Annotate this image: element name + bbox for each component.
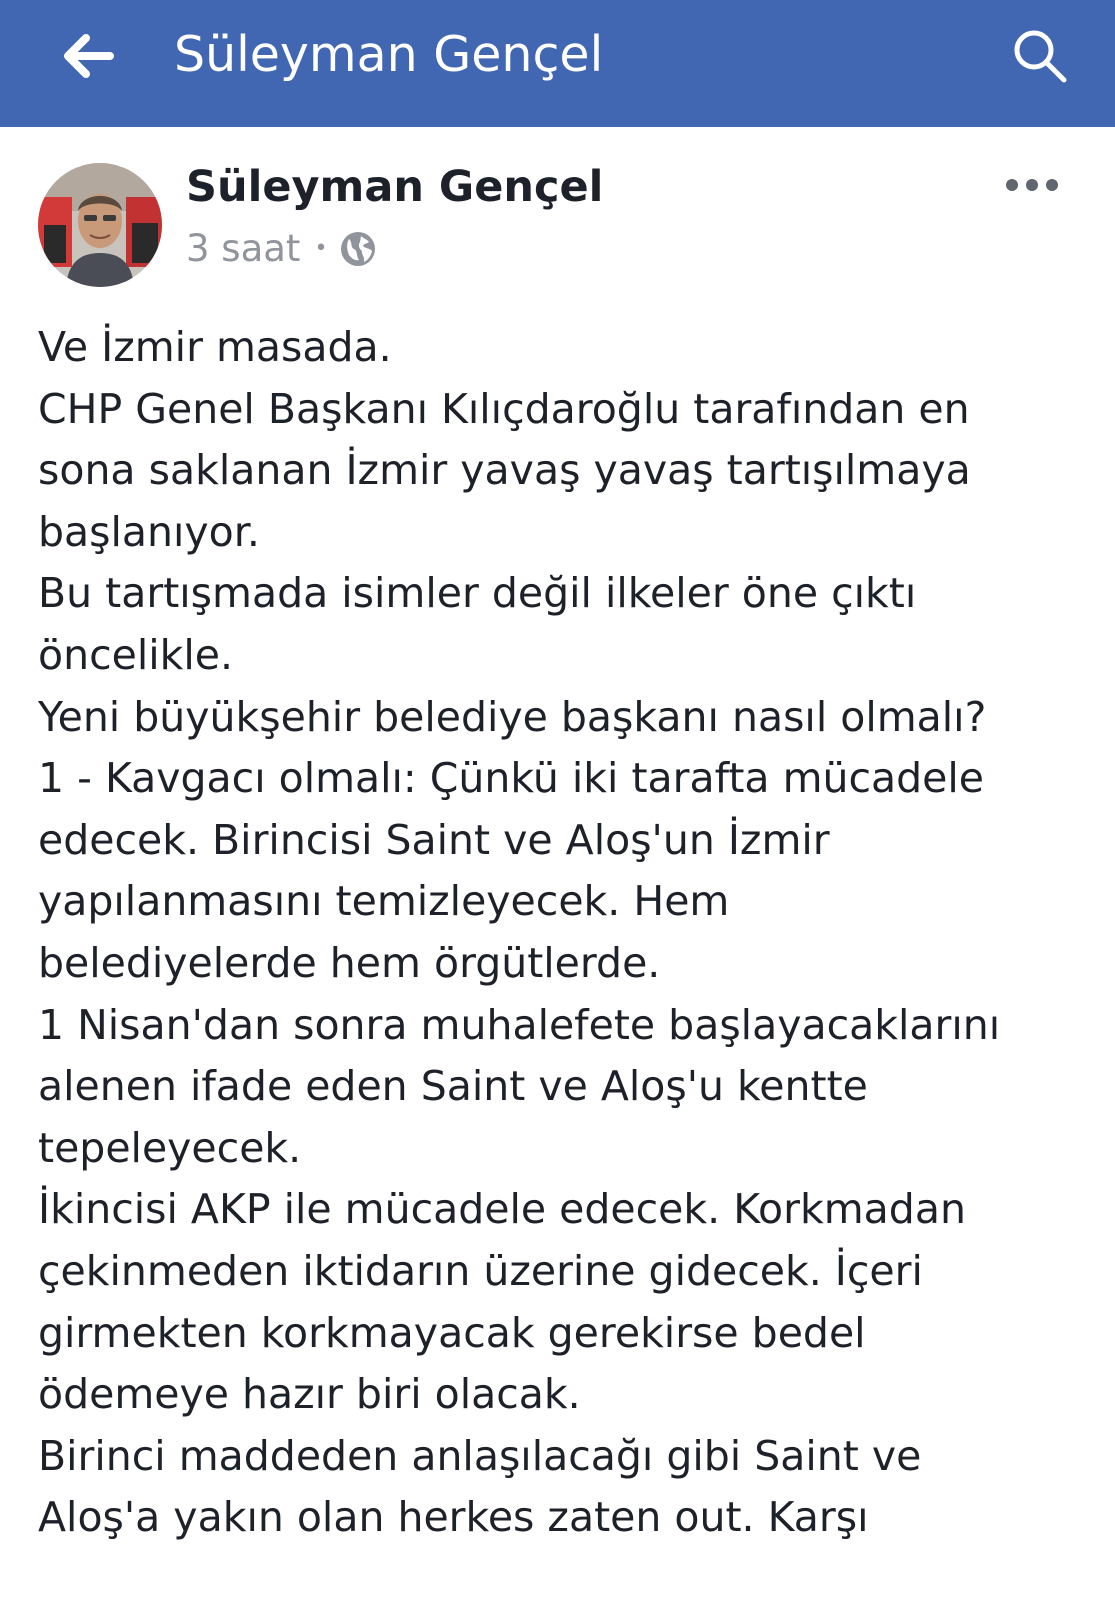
post-text: Ve İzmir masada. CHP Genel Başkanı Kılıç…: [38, 317, 1098, 1549]
post-text-line: 1 - Kavgacı olmalı: Çünkü iki tarafta mü…: [38, 754, 985, 803]
post-text-line: Yeni büyükşehir belediye başkanı nasıl o…: [38, 692, 987, 741]
post-text-line: yapılanmasını temizleyecek. Hem: [38, 877, 730, 926]
post-text-line: Bu tartışmada isimler değil ilkeler öne …: [38, 569, 917, 618]
more-options-icon: [1006, 179, 1058, 191]
back-button[interactable]: [56, 26, 120, 86]
search-button[interactable]: [1010, 26, 1072, 88]
post-text-line: Birinci maddeden anlaşılacağı gibi Saint…: [38, 1431, 922, 1480]
post-author-name[interactable]: Süleyman Gençel: [186, 159, 603, 215]
avatar-photo: [38, 163, 162, 287]
post-text-line: öncelikle.: [38, 630, 234, 679]
post-text-line: tepeleyecek.: [38, 1123, 302, 1172]
more-options-button[interactable]: [1002, 167, 1062, 203]
post-timestamp[interactable]: 3 saat: [186, 225, 300, 273]
globe-icon: [341, 232, 376, 266]
post-text-line: alenen ifade eden Saint ve Aloş'u kentte: [38, 1062, 868, 1111]
meta-separator: •: [314, 236, 328, 261]
post-text-line: edecek. Birincisi Saint ve Aloş'un İzmir: [38, 815, 830, 864]
post-text-line: 1 Nisan'dan sonra muhalefete başlayacakl…: [38, 1000, 1001, 1049]
post-text-line: girmekten korkmayacak gerekirse bedel: [38, 1308, 866, 1357]
post-text-line: İkincisi AKP ile mücadele edecek. Korkma…: [38, 1185, 966, 1234]
post-card: Süleyman Gençel 3 saat • Ve İzmir masada…: [0, 127, 1115, 1600]
post-text-line: belediyelerde hem örgütlerde.: [38, 938, 661, 987]
post-text-line: sona saklanan İzmir yavaş yavaş tartışıl…: [38, 446, 971, 495]
post-text-line: Ve İzmir masada.: [38, 323, 392, 371]
page-title: Süleyman Gençel: [174, 26, 604, 83]
post-text-line: CHP Genel Başkanı Kılıçdaroğlu tarafında…: [38, 384, 970, 433]
post-text-line: başlanıyor.: [38, 507, 260, 556]
avatar[interactable]: [38, 163, 162, 287]
post-meta: 3 saat •: [186, 225, 377, 273]
post-text-line: ödemeye hazır biri olacak.: [38, 1370, 581, 1419]
back-arrow-icon: [64, 34, 114, 78]
post-text-line: çekinmeden iktidarın üzerine gidecek. İç…: [38, 1246, 923, 1295]
top-app-bar: Süleyman Gençel: [0, 0, 1115, 127]
search-icon: [1014, 30, 1067, 83]
post-text-line: Aloş'a yakın olan herkes zaten out. Karş…: [38, 1493, 869, 1542]
